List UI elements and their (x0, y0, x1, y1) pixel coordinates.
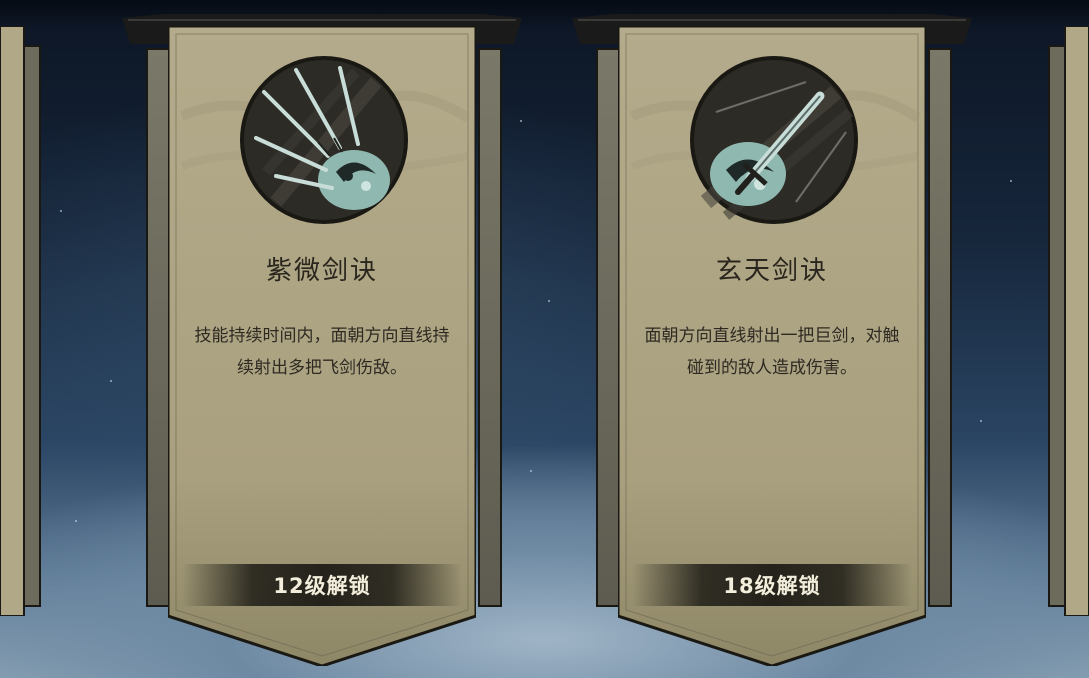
skill-selection-screen: 紫微剑诀 技能持续时间内，面朝方向直线持续射出多把飞剑伤敌。 12级解锁 玄天剑… (0, 0, 1089, 678)
skill-title: 紫微剑诀 (265, 256, 378, 286)
star (980, 420, 982, 422)
star (110, 380, 112, 382)
star (520, 120, 522, 122)
star (60, 210, 62, 212)
banner-back-strip (596, 48, 620, 607)
banner-back-strip (928, 48, 952, 607)
star (548, 300, 550, 302)
flying-swords-icon (240, 56, 408, 224)
skill-description: 面朝方向直线射出一把巨剑，对触碰到的敌人造成伤害。 (644, 326, 900, 378)
star (530, 470, 532, 472)
unlock-level-label: 12级解锁 (182, 564, 462, 606)
skill-description: 技能持续时间内，面朝方向直线持续射出多把飞剑伤敌。 (194, 326, 450, 378)
skill-title: 玄天剑诀 (715, 256, 828, 286)
unlock-level-label: 18级解锁 (632, 564, 912, 606)
unlock-text: 12级解锁 (273, 574, 371, 598)
banner-partial-left[interactable] (0, 26, 44, 616)
star (75, 520, 77, 522)
giant-sword-icon (690, 56, 858, 224)
banner-back-strip (146, 48, 170, 607)
banner-back-strip (478, 48, 502, 607)
star (1010, 180, 1012, 182)
unlock-text: 18级解锁 (723, 574, 821, 598)
banner-partial-right[interactable] (1045, 26, 1089, 616)
